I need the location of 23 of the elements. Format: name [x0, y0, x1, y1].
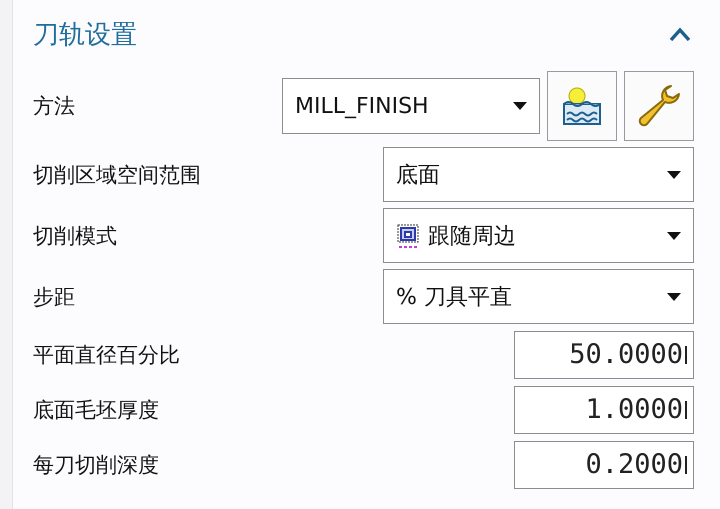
dropdown-arrow-icon: [667, 292, 681, 300]
field-label: 切削区域空间范围: [33, 162, 201, 188]
option-dropdown[interactable]: 跟随周边: [383, 208, 694, 263]
dropdown-arrow-icon: [667, 170, 681, 178]
field-label: 底面毛坯厚度: [33, 396, 159, 424]
method-display-button[interactable]: [547, 71, 617, 141]
method-dropdown[interactable]: MILL_FINISH: [282, 78, 540, 134]
dropdown-arrow-icon: [667, 232, 681, 240]
follow-periphery-icon: [396, 222, 420, 248]
option-dropdown[interactable]: % 刀具平直: [383, 269, 694, 324]
number-field[interactable]: 50.0000: [514, 330, 694, 378]
field-label: 步距: [33, 284, 75, 310]
method-edit-button[interactable]: [624, 71, 694, 141]
field-label: 每刀切削深度: [33, 452, 159, 478]
dropdown-arrow-icon: [513, 102, 527, 110]
field-label: 方法: [33, 93, 75, 120]
field-label: 切削模式: [33, 222, 117, 250]
option-dropdown[interactable]: 底面: [383, 147, 694, 202]
field-label: 平面直径百分比: [33, 342, 180, 368]
collapse-caret-icon[interactable]: [668, 26, 692, 42]
number-field[interactable]: 1.0000: [514, 386, 694, 434]
number-field[interactable]: 0.2000: [514, 440, 694, 488]
section-title: 刀轨设置: [33, 18, 138, 52]
